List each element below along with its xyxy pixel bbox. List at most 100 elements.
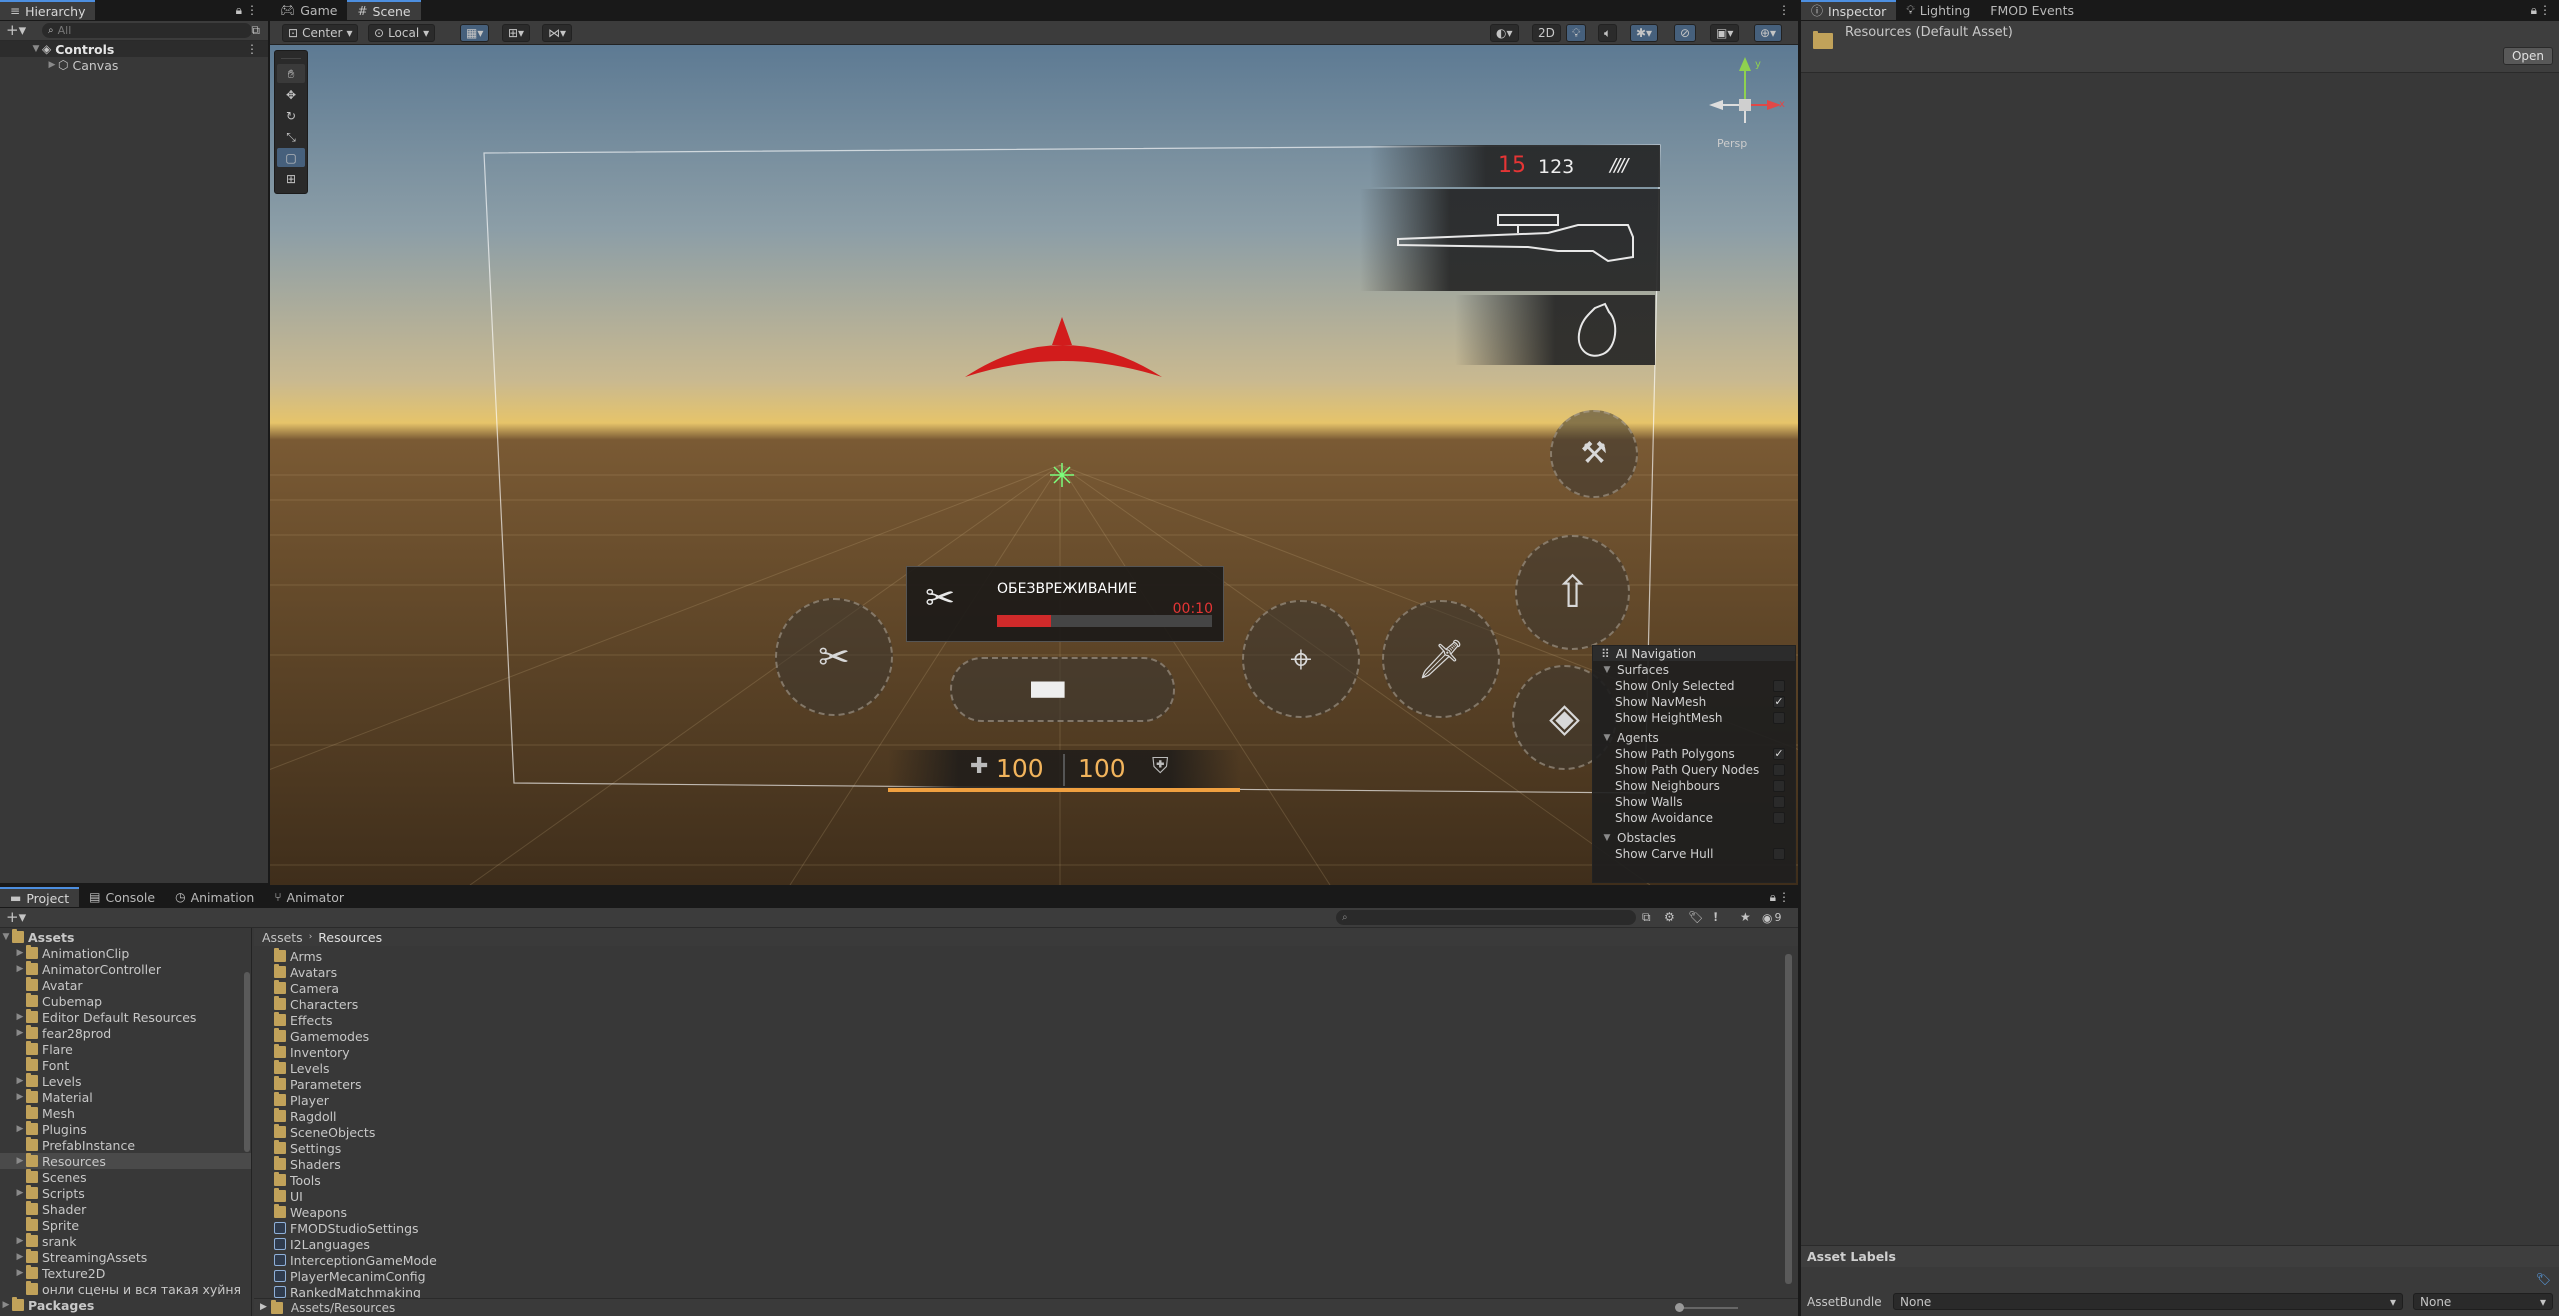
filter-label-icon[interactable]: 🏷︎ xyxy=(1688,911,1703,923)
nav-row-show-heightmesh[interactable]: Show HeightMesh xyxy=(1615,710,1785,725)
jump-button[interactable]: ⇧ xyxy=(1515,535,1630,650)
breadcrumb-resources[interactable]: Resources xyxy=(318,930,382,945)
more-icon[interactable]: ⋮ xyxy=(2539,4,2551,16)
checkbox[interactable] xyxy=(1773,711,1785,724)
tree-item[interactable]: ▶ fear28prod xyxy=(0,1025,251,1041)
camera-dropdown[interactable]: ▣▾ xyxy=(1710,24,1740,42)
tab-hierarchy[interactable]: ≡ Hierarchy xyxy=(0,0,96,20)
nav-row-show-neighbours[interactable]: Show Neighbours xyxy=(1615,778,1785,793)
checkbox[interactable]: ✓ xyxy=(1773,747,1785,760)
transform-tool-button[interactable]: ⊞ xyxy=(277,169,305,188)
lock-icon[interactable]: 🔒︎ xyxy=(236,4,242,16)
folder-item[interactable]: Camera xyxy=(274,980,1798,996)
folder-item[interactable]: Inventory xyxy=(274,1044,1798,1060)
folder-item[interactable]: SceneObjects xyxy=(274,1124,1798,1140)
folder-item[interactable]: Levels xyxy=(274,1060,1798,1076)
tree-item[interactable]: ▶ AnimatorController xyxy=(0,961,251,977)
asset-variant-dropdown[interactable]: None ▾ xyxy=(2413,1293,2553,1310)
hierarchy-item-controls[interactable]: ▼ ◈ Controls ⋮ xyxy=(0,41,268,57)
pivot-dropdown[interactable]: ⊡ Center ▾ xyxy=(282,24,359,42)
asset-item[interactable]: PlayerMecanimConfig xyxy=(274,1268,1798,1284)
audio-toggle[interactable]: 🔈︎ xyxy=(1598,24,1618,42)
checkbox[interactable]: ✓ xyxy=(1773,695,1785,708)
tab-animation[interactable]: ◷ Animation xyxy=(165,887,264,907)
nav-row-show-only-selected[interactable]: Show Only Selected xyxy=(1615,678,1785,693)
asset-item[interactable]: I2Languages xyxy=(274,1236,1798,1252)
expand-icon[interactable]: ▶ xyxy=(14,1028,26,1038)
drop-weapon-button[interactable]: ⚒︎ xyxy=(1550,410,1638,498)
tree-item[interactable]: Flare xyxy=(0,1041,251,1057)
hidden-packages-toggle[interactable]: ◉ 9 xyxy=(1762,911,1781,924)
checkbox[interactable] xyxy=(1773,795,1785,808)
lock-icon[interactable]: 🔒︎ xyxy=(2531,4,2537,16)
nav-row-show-path-query-nodes[interactable]: Show Path Query Nodes xyxy=(1615,762,1785,777)
expand-icon[interactable]: ▶ xyxy=(14,1252,26,1262)
tree-item[interactable]: Cubemap xyxy=(0,993,251,1009)
tree-item[interactable]: Shader xyxy=(0,1201,251,1217)
tab-game[interactable]: 🎮︎ Game xyxy=(270,0,347,20)
global-snap-button[interactable]: ⋈▾ xyxy=(542,24,573,42)
hierarchy-search-input[interactable]: ⌕ All xyxy=(42,23,252,38)
folder-item[interactable]: Avatars xyxy=(274,964,1798,980)
tab-project[interactable]: ▬ Project xyxy=(0,887,80,907)
aim-button[interactable]: ⌖ xyxy=(1242,600,1360,718)
add-icon[interactable]: +▾ xyxy=(6,910,26,925)
folder-item[interactable]: Settings xyxy=(274,1140,1798,1156)
search-by-type-icon[interactable]: ⧉ xyxy=(1642,911,1651,923)
expand-icon[interactable]: ▶ xyxy=(14,1268,26,1278)
expand-icon[interactable]: ▶ xyxy=(14,948,26,958)
orientation-gizmo[interactable]: y x Persp xyxy=(1705,53,1785,153)
tree-item[interactable]: ▶ Resources xyxy=(0,1153,251,1169)
asset-item[interactable]: FMODStudioSettings xyxy=(274,1220,1798,1236)
tree-scrollbar[interactable] xyxy=(244,972,250,1152)
breadcrumb-assets[interactable]: Assets xyxy=(262,930,303,945)
asset-labels-header[interactable]: Asset Labels xyxy=(1801,1245,2559,1267)
hidden-objects-toggle[interactable]: ⊘ xyxy=(1674,24,1697,42)
open-button[interactable]: Open xyxy=(2502,47,2553,65)
zoom-slider-track[interactable] xyxy=(1678,1307,1738,1309)
checkbox[interactable] xyxy=(1773,847,1785,860)
expand-icon[interactable]: ▶ xyxy=(14,1092,26,1102)
tree-item[interactable]: ▶ StreamingAssets xyxy=(0,1249,251,1265)
tree-item-assets[interactable]: ▼ Assets xyxy=(0,929,251,945)
label-tag-icon[interactable]: 🏷︎ xyxy=(2536,1273,2551,1285)
grenade-slot[interactable] xyxy=(1455,295,1655,365)
tree-item[interactable]: ▶ Material xyxy=(0,1089,251,1105)
nav-row-show-carve-hull[interactable]: Show Carve Hull xyxy=(1615,846,1785,861)
asset-bundle-dropdown[interactable]: None ▾ xyxy=(1893,1293,2403,1310)
agents-foldout[interactable]: ▼ Agents xyxy=(1601,730,1659,745)
more-icon[interactable]: ⋮ xyxy=(246,43,258,55)
tree-item[interactable]: Avatar xyxy=(0,977,251,993)
asset-item[interactable]: InterceptionGameMode xyxy=(274,1252,1798,1268)
folder-item[interactable]: Effects xyxy=(274,1012,1798,1028)
primary-weapon-slot[interactable] xyxy=(1360,189,1660,291)
collapse-icon[interactable]: ▼ xyxy=(30,44,42,54)
nav-row-show-walls[interactable]: Show Walls xyxy=(1615,794,1785,809)
tree-item[interactable]: ▶ Scripts xyxy=(0,1185,251,1201)
defuse-button[interactable]: ✂︎ xyxy=(775,598,893,716)
grid-snap-button[interactable]: ▦▾ xyxy=(460,24,490,42)
2d-toggle[interactable]: 2D xyxy=(1532,24,1561,42)
space-dropdown[interactable]: ⊙ Local ▾ xyxy=(368,24,436,42)
tab-animator[interactable]: ⑂ Animator xyxy=(264,887,354,907)
tree-item[interactable]: ▶ Levels xyxy=(0,1073,251,1089)
incremental-snap-button[interactable]: ⊞▾ xyxy=(502,24,531,42)
expand-icon[interactable]: ▶ xyxy=(0,1300,12,1310)
scale-tool-button[interactable]: ⤡ xyxy=(277,127,305,146)
effects-dropdown[interactable]: ✱▾ xyxy=(1630,24,1659,42)
tab-console[interactable]: ▤ Console xyxy=(79,887,165,907)
checkbox[interactable] xyxy=(1773,779,1785,792)
expand-icon[interactable]: ▶ xyxy=(14,1156,26,1166)
hierarchy-item-canvas[interactable]: ▶ ⬡ Canvas xyxy=(0,57,268,73)
tree-item[interactable]: Font xyxy=(0,1057,251,1073)
tab-inspector[interactable]: ⓘ Inspector xyxy=(1801,0,1897,20)
folder-item[interactable]: Ragdoll xyxy=(274,1108,1798,1124)
rotate-tool-button[interactable]: ↻ xyxy=(277,106,305,125)
surfaces-foldout[interactable]: ▼ Surfaces xyxy=(1601,662,1669,677)
folder-item[interactable]: Tools xyxy=(274,1172,1798,1188)
tab-scene[interactable]: # Scene xyxy=(347,0,421,20)
expand-icon[interactable]: ▶ xyxy=(14,1012,26,1022)
folder-item[interactable]: Parameters xyxy=(274,1076,1798,1092)
tree-item[interactable]: PrefabInstance xyxy=(0,1137,251,1153)
favorite-icon[interactable]: ★ xyxy=(1740,911,1751,923)
